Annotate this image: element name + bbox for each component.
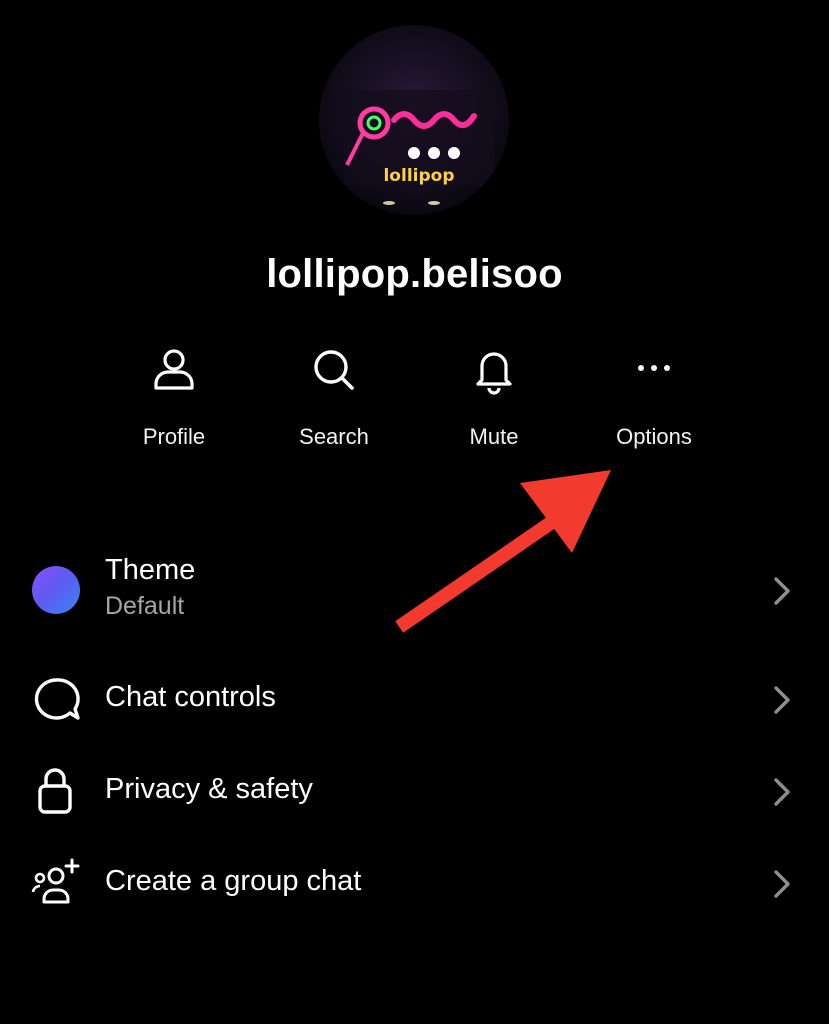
chat-bubble-icon	[30, 674, 82, 726]
options-label: Options	[616, 424, 692, 449]
menu-item-create-group-chat[interactable]: Create a group chat	[0, 852, 829, 916]
chevron-right-icon	[768, 573, 796, 609]
mute-label: Mute	[469, 424, 519, 449]
avatar-image: lollipop	[319, 25, 509, 215]
theme-title: Theme	[105, 554, 196, 586]
search-label: Search	[299, 424, 369, 449]
search-button[interactable]: Search	[254, 340, 414, 470]
person-icon	[144, 340, 204, 400]
options-button[interactable]: Options	[574, 340, 734, 470]
theme-subtitle: Default	[105, 592, 185, 620]
username: lollipop.belisoo	[266, 252, 563, 296]
lock-icon	[30, 764, 82, 816]
chat-controls-title: Chat controls	[105, 681, 276, 713]
menu-item-theme[interactable]: Theme Default	[0, 550, 829, 630]
menu-item-chat-controls[interactable]: Chat controls	[0, 668, 829, 732]
menu-item-privacy-safety[interactable]: Privacy & safety	[0, 760, 829, 824]
more-horizontal-icon	[624, 340, 684, 400]
bell-icon	[464, 340, 524, 400]
create-group-chat-title: Create a group chat	[105, 865, 362, 897]
add-people-icon	[30, 856, 82, 908]
profile-button[interactable]: Profile	[94, 340, 254, 470]
mute-button[interactable]: Mute	[414, 340, 574, 470]
theme-gradient-dot	[30, 564, 82, 616]
profile-label: Profile	[142, 424, 206, 449]
privacy-safety-title: Privacy & safety	[105, 773, 313, 805]
avatar[interactable]: lollipop	[319, 25, 509, 215]
avatar-logo-text: lollipop	[383, 166, 454, 186]
search-icon	[304, 340, 364, 400]
chat-details-page: lollipop lollipop.belisoo Profile Search…	[0, 0, 829, 1024]
chevron-right-icon	[768, 774, 796, 810]
chevron-right-icon	[768, 682, 796, 718]
chevron-right-icon	[768, 866, 796, 902]
